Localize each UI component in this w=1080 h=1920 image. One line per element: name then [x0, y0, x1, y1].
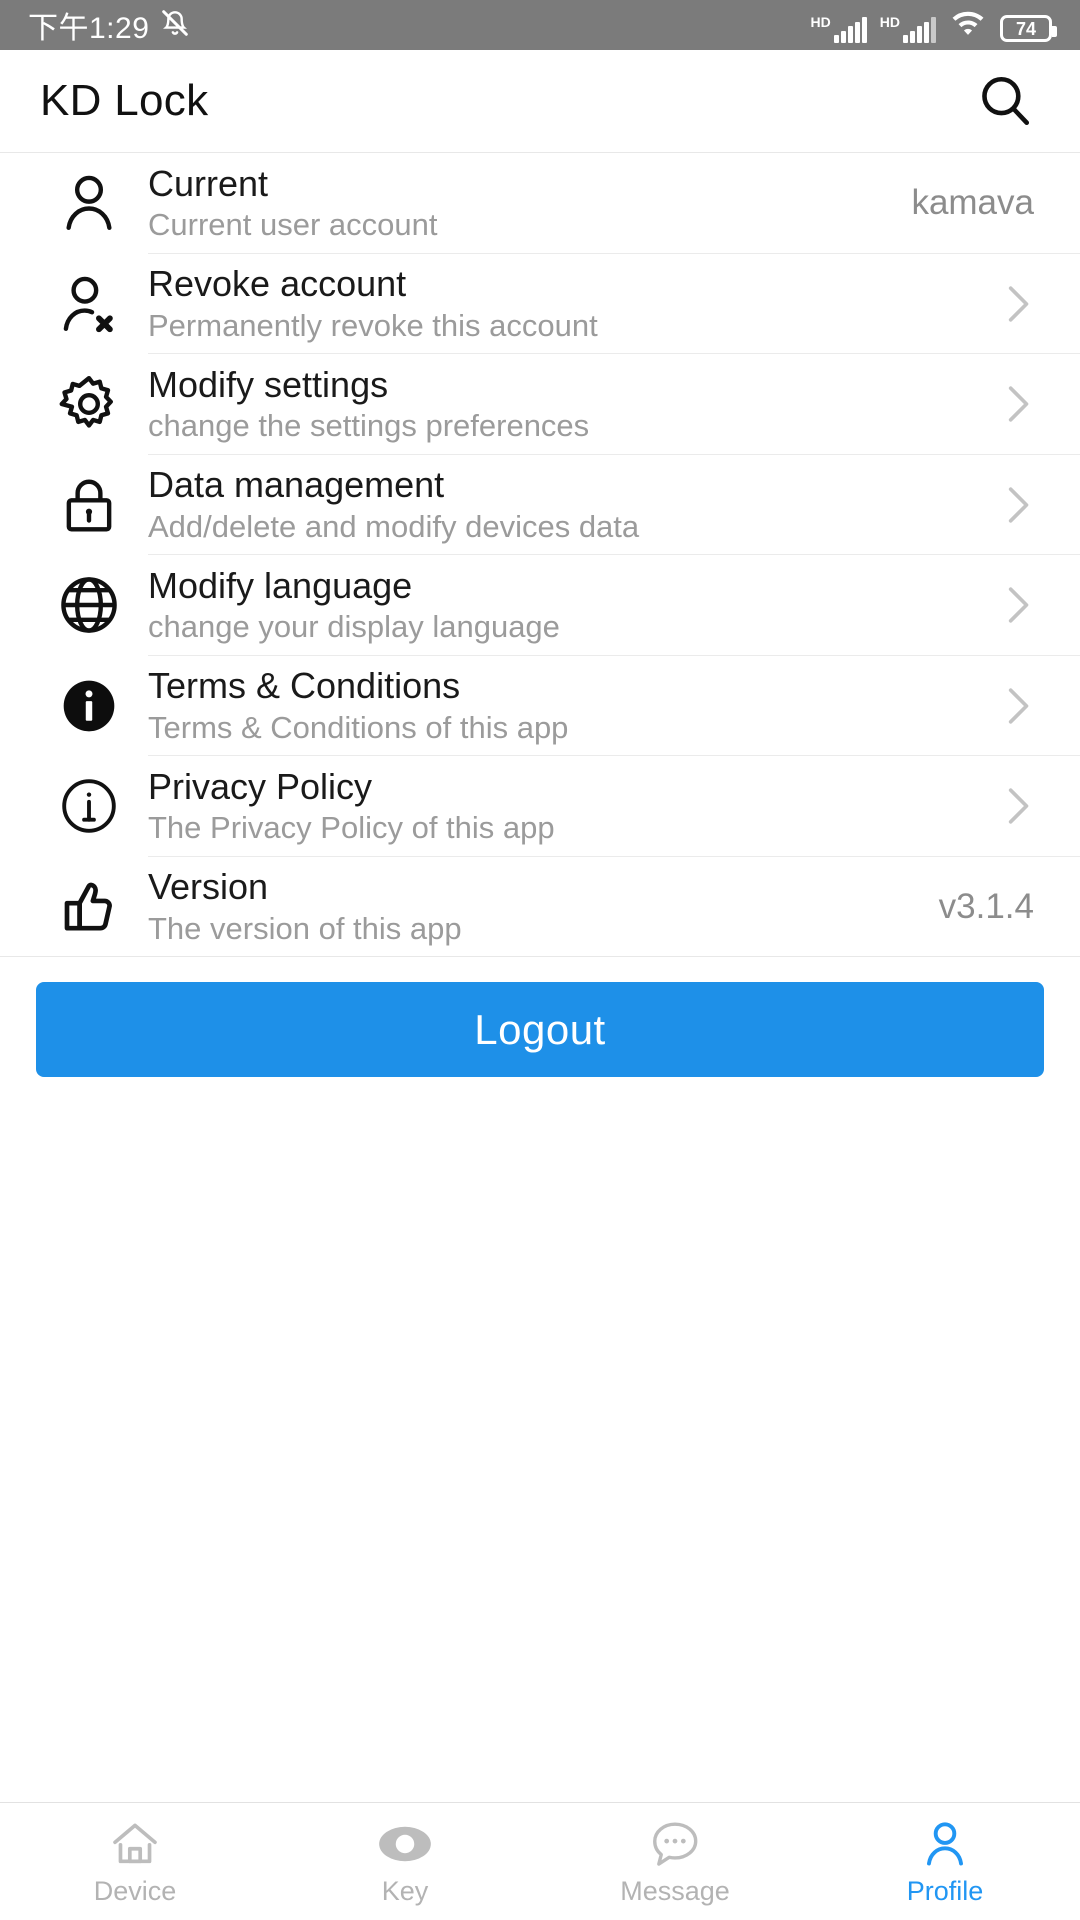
list-item-subtitle: Current user account — [148, 207, 438, 243]
battery-icon: 74 — [1000, 15, 1057, 42]
chevron-right-icon — [998, 578, 1050, 632]
nav-label-key: Key — [381, 1875, 429, 1906]
status-bar-right: HD HD 74 — [811, 7, 1057, 43]
chevron-right-icon — [998, 679, 1050, 733]
list-item-title: Modify language — [148, 564, 413, 606]
eye-icon — [377, 1819, 433, 1869]
list-item-modify-settings[interactable]: Modify settings change the settings pref… — [0, 354, 1080, 455]
list-item-subtitle: Terms & Conditions of this app — [148, 709, 569, 745]
settings-list: Current Current user account kamava Revo… — [0, 153, 1080, 957]
status-bar: 下午1:29 HD HD 74 — [0, 0, 1080, 50]
nav-label-profile: Profile — [906, 1875, 984, 1906]
home-icon — [109, 1819, 161, 1869]
search-icon[interactable] — [970, 66, 1040, 136]
list-item-title: Data management — [148, 464, 445, 506]
list-item-modify-language[interactable]: Modify language change your display lang… — [0, 555, 1080, 656]
message-icon — [648, 1819, 702, 1869]
list-item-text: Version The version of this app — [148, 866, 939, 946]
battery-percent: 74 — [1015, 18, 1037, 39]
nav-label-message: Message — [620, 1875, 730, 1906]
list-item-title: Current — [148, 162, 269, 204]
list-item-title: Version — [148, 866, 269, 908]
info-outline-icon — [30, 756, 148, 857]
nav-item-device[interactable]: Device — [0, 1803, 270, 1920]
app-bar: KD Lock — [0, 50, 1080, 153]
list-item-terms-conditions[interactable]: Terms & Conditions Terms & Conditions of… — [0, 656, 1080, 757]
nav-label-device: Device — [93, 1875, 177, 1906]
globe-icon — [30, 555, 148, 656]
nav-item-profile[interactable]: Profile — [810, 1803, 1080, 1920]
hd-label-sim1: HD — [810, 14, 831, 30]
nav-item-message[interactable]: Message — [540, 1803, 810, 1920]
chevron-right-icon — [998, 277, 1050, 331]
bottom-navigation: Device Key Message Profile — [0, 1802, 1080, 1920]
list-item-current[interactable]: Current Current user account kamava — [0, 153, 1080, 254]
list-item-text: Modify language change your display lang… — [148, 564, 998, 645]
person-icon — [30, 153, 148, 254]
list-item-text: Modify settings change the settings pref… — [148, 363, 998, 444]
list-item-text: Revoke account Permanently revoke this a… — [148, 263, 998, 343]
list-item-subtitle: The Privacy Policy of this app — [148, 810, 555, 846]
chevron-right-icon — [998, 779, 1050, 833]
list-item-text: Privacy Policy The Privacy Policy of thi… — [148, 765, 998, 846]
list-item-subtitle: Permanently revoke this account — [148, 307, 598, 343]
list-item-text: Terms & Conditions Terms & Conditions of… — [148, 665, 998, 745]
current-account-value: kamava — [911, 183, 1034, 223]
list-item-subtitle: The version of this app — [148, 910, 462, 946]
list-item-title: Privacy Policy — [148, 765, 373, 807]
logout-container: Logout — [0, 957, 1080, 1077]
person-icon — [919, 1819, 971, 1869]
list-item-text: Current Current user account — [148, 162, 911, 243]
list-item-title: Terms & Conditions — [148, 665, 461, 707]
bell-muted-icon — [159, 7, 191, 44]
chevron-right-icon — [998, 478, 1050, 532]
list-item-revoke-account[interactable]: Revoke account Permanently revoke this a… — [0, 254, 1080, 355]
logout-button[interactable]: Logout — [36, 982, 1044, 1077]
wifi-icon — [949, 7, 987, 42]
thumbs-up-icon — [30, 857, 148, 958]
status-bar-left: 下午1:29 — [28, 3, 191, 47]
nav-item-key[interactable]: Key — [270, 1803, 540, 1920]
list-item-privacy-policy[interactable]: Privacy Policy The Privacy Policy of thi… — [0, 756, 1080, 857]
list-item-data-management[interactable]: Data management Add/delete and modify de… — [0, 455, 1080, 556]
list-item-subtitle: change your display language — [148, 609, 560, 645]
list-item-version: Version The version of this app v3.1.4 — [0, 857, 1080, 958]
list-item-subtitle: change the settings preferences — [148, 408, 590, 444]
person-remove-icon — [30, 254, 148, 355]
list-item-title: Revoke account — [148, 263, 407, 305]
divider — [0, 956, 1080, 957]
version-value: v3.1.4 — [938, 886, 1034, 926]
gear-icon — [30, 354, 148, 455]
list-item-title: Modify settings — [148, 363, 389, 405]
hd-label-sim2: HD — [879, 14, 900, 30]
signal-icon-sim2: HD — [880, 15, 936, 43]
status-bar-clock: 下午1:29 — [28, 12, 150, 45]
list-item-subtitle: Add/delete and modify devices data — [148, 508, 640, 544]
list-item-text: Data management Add/delete and modify de… — [148, 464, 998, 544]
signal-icon-sim1: HD — [811, 15, 867, 43]
chevron-right-icon — [998, 377, 1050, 431]
page-title: KD Lock — [40, 76, 209, 125]
info-filled-icon — [30, 656, 148, 757]
lock-icon — [30, 455, 148, 556]
